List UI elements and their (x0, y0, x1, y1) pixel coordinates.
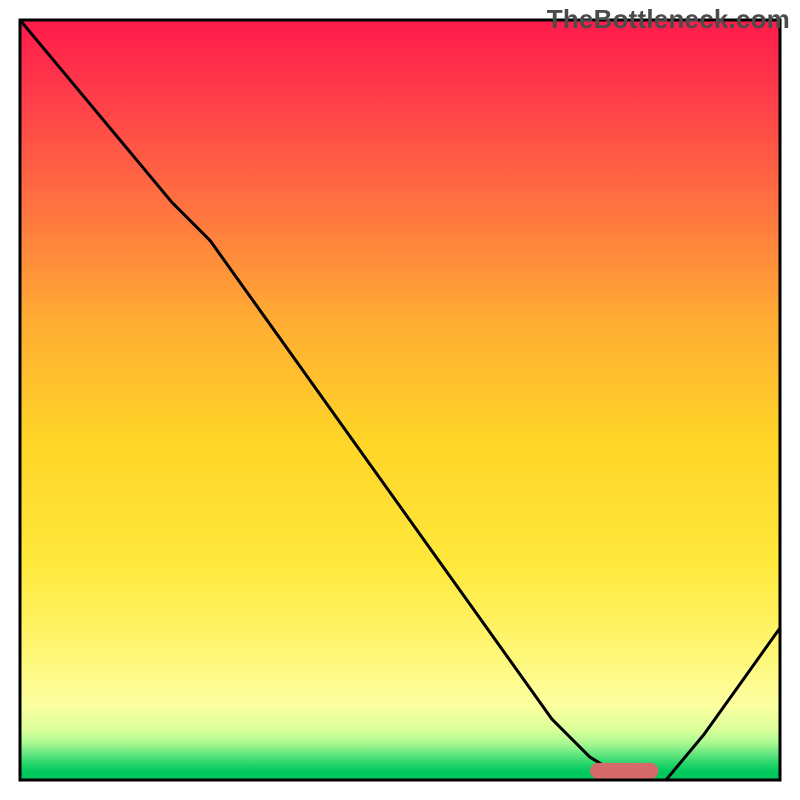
optimal-marker (590, 763, 658, 779)
watermark-text: TheBottleneck.com (547, 4, 790, 35)
chart-container: { "watermark": "TheBottleneck.com", "cha… (0, 0, 800, 800)
background-gradient (20, 20, 780, 780)
chart-svg (0, 0, 800, 800)
